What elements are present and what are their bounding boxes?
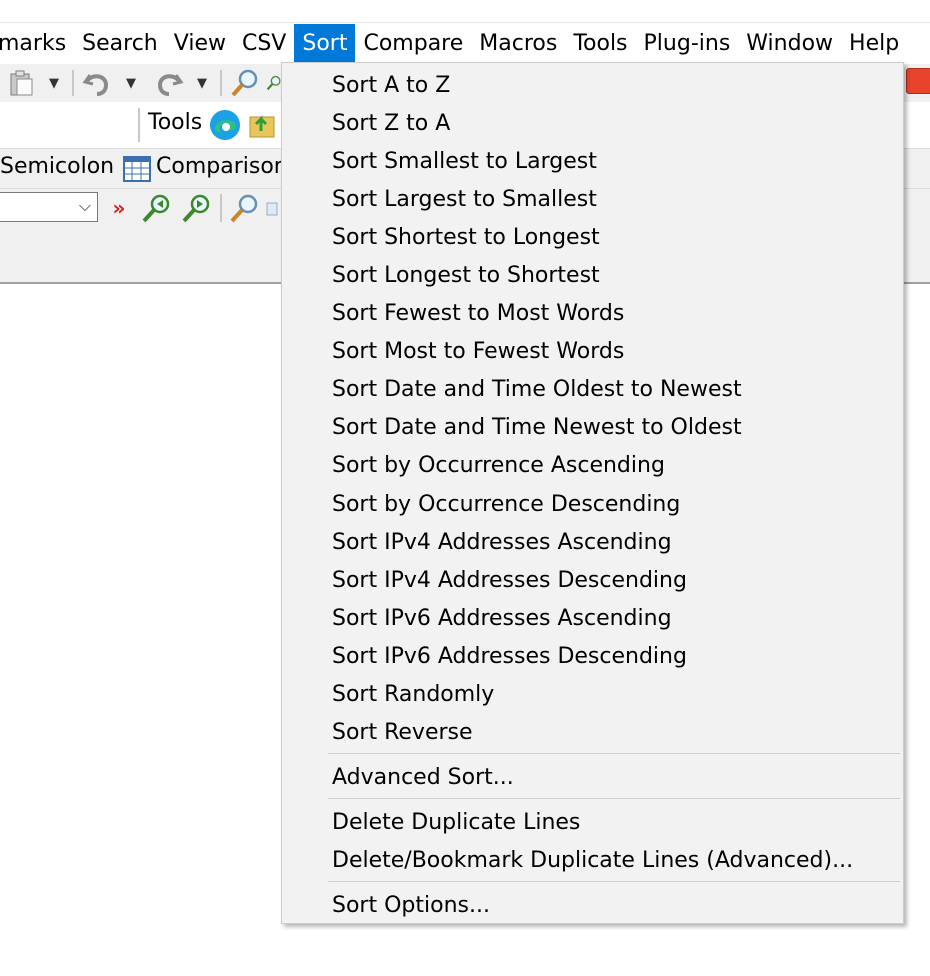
menu-advanced-sort[interactable]: Advanced Sort... xyxy=(282,759,903,797)
toolbar-separator xyxy=(220,194,222,222)
undo-icon[interactable] xyxy=(80,68,114,98)
paste-icon[interactable] xyxy=(6,68,38,98)
menu-sort-most-to-fewest-words[interactable]: Sort Most to Fewest Words xyxy=(282,333,903,371)
sort-menu-dropdown: Sort A to Z Sort Z to A Sort Smallest to… xyxy=(281,62,904,924)
double-chevron-icon[interactable]: » xyxy=(108,194,130,222)
find-icon[interactable] xyxy=(228,68,262,98)
menu-sort-reverse[interactable]: Sort Reverse xyxy=(282,714,903,752)
menu-sort-options[interactable]: Sort Options... xyxy=(282,887,903,925)
menu-sort-shortest-to-longest[interactable]: Sort Shortest to Longest xyxy=(282,219,903,257)
application-window: marks Search View CSV Sort Compare Macro… xyxy=(0,0,930,976)
menu-sort-smallest-to-largest[interactable]: Sort Smallest to Largest xyxy=(282,143,903,181)
menu-separator xyxy=(328,881,900,882)
menu-plugins[interactable]: Plug-ins xyxy=(636,24,739,64)
menu-search[interactable]: Search xyxy=(74,24,166,64)
menu-sort-date-oldest-to-newest[interactable]: Sort Date and Time Oldest to Newest xyxy=(282,371,903,409)
menu-sort-z-to-a[interactable]: Sort Z to A xyxy=(282,105,903,143)
menu-delete-bookmark-duplicates[interactable]: Delete/Bookmark Duplicate Lines (Advance… xyxy=(282,842,903,880)
menu-csv[interactable]: CSV xyxy=(234,24,294,64)
paste-dropdown-icon[interactable]: ▼ xyxy=(44,72,64,94)
menu-sort-a-to-z[interactable]: Sort A to Z xyxy=(282,67,903,105)
menu-sort-ipv4-descending[interactable]: Sort IPv4 Addresses Descending xyxy=(282,562,903,600)
menu-sort-occurrence-ascending[interactable]: Sort by Occurrence Ascending xyxy=(282,447,903,485)
menu-sort-ipv6-ascending[interactable]: Sort IPv6 Addresses Ascending xyxy=(282,600,903,638)
toolbar-separator xyxy=(220,70,222,96)
menu-bookmarks[interactable]: marks xyxy=(0,24,74,64)
menu-sort-occurrence-descending[interactable]: Sort by Occurrence Descending xyxy=(282,486,903,524)
comparison-button[interactable]: Comparison xyxy=(156,154,288,179)
menu-sort-fewest-to-most-words[interactable]: Sort Fewest to Most Words xyxy=(282,295,903,333)
menu-sort[interactable]: Sort xyxy=(294,24,356,64)
undo-dropdown-icon[interactable]: ▼ xyxy=(121,72,141,94)
replace-icon[interactable] xyxy=(266,68,282,98)
menu-sort-largest-to-smallest[interactable]: Sort Largest to Smallest xyxy=(282,181,903,219)
find-in-files-icon[interactable] xyxy=(228,192,262,224)
semicolon-button[interactable]: Semicolon xyxy=(0,154,114,179)
redo-icon[interactable] xyxy=(152,68,186,98)
menu-delete-duplicate-lines[interactable]: Delete Duplicate Lines xyxy=(282,804,903,842)
document-icon[interactable] xyxy=(266,194,280,224)
toolbar-separator xyxy=(72,70,74,96)
menu-window[interactable]: Window xyxy=(738,24,841,64)
tools-label: Tools xyxy=(148,110,203,135)
folder-up-icon[interactable] xyxy=(246,108,280,142)
find-next-icon[interactable] xyxy=(180,192,214,224)
menu-separator xyxy=(328,753,900,754)
menu-compare[interactable]: Compare xyxy=(355,24,471,64)
menu-sort-date-newest-to-oldest[interactable]: Sort Date and Time Newest to Oldest xyxy=(282,409,903,447)
menu-tools[interactable]: Tools xyxy=(565,24,635,64)
toolbar-separator xyxy=(138,108,140,142)
menu-macros[interactable]: Macros xyxy=(471,24,565,64)
edge-browser-icon[interactable] xyxy=(208,108,242,142)
menu-sort-ipv4-ascending[interactable]: Sort IPv4 Addresses Ascending xyxy=(282,524,903,562)
stop-button[interactable] xyxy=(906,68,930,94)
menu-sort-longest-to-shortest[interactable]: Sort Longest to Shortest xyxy=(282,257,903,295)
menu-sort-ipv6-descending[interactable]: Sort IPv6 Addresses Descending xyxy=(282,638,903,676)
menu-view[interactable]: View xyxy=(166,24,234,64)
search-combo[interactable]: ⌵ xyxy=(0,192,98,222)
menu-sort-randomly[interactable]: Sort Randomly xyxy=(282,676,903,714)
chevron-down-icon: ⌵ xyxy=(78,196,91,215)
table-icon[interactable] xyxy=(122,154,152,184)
menu-bar: marks Search View CSV Sort Compare Macro… xyxy=(0,22,930,65)
redo-dropdown-icon[interactable]: ▼ xyxy=(192,72,212,94)
menu-separator xyxy=(328,798,900,799)
menu-help[interactable]: Help xyxy=(841,24,907,64)
find-previous-icon[interactable] xyxy=(140,192,174,224)
